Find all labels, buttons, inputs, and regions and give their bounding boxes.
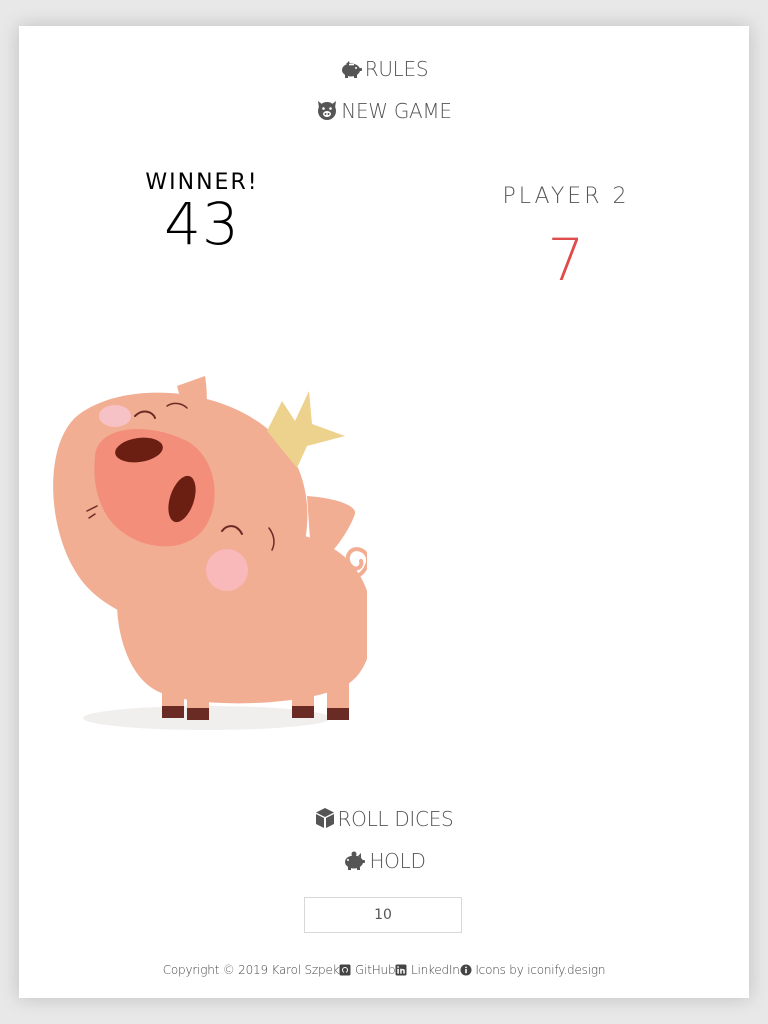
linkedin-icon xyxy=(395,964,407,979)
player2-title: PLAYER 2 xyxy=(502,184,630,209)
roll-dices-label: ROLL DICES xyxy=(337,807,454,831)
new-game-button[interactable]: NEW GAME xyxy=(19,99,749,123)
rules-button[interactable]: RULES xyxy=(19,57,749,81)
rules-label: RULES xyxy=(364,57,429,81)
piggy-bank-icon xyxy=(340,59,362,79)
game-card: RULES NEW GAME WINNER! 43 PLAYER 2 7 ROL… xyxy=(19,26,749,998)
winner-pig-illustration xyxy=(37,346,373,740)
footer: Copyright © 2019 Karol Szpek GitHub Link… xyxy=(19,963,749,979)
dice-cube-icon xyxy=(315,807,335,829)
pig-face-icon xyxy=(316,99,338,121)
roll-dices-button[interactable]: ROLL DICES xyxy=(19,807,749,831)
hold-label: HOLD xyxy=(369,849,426,873)
piggy-bank-icon xyxy=(342,851,366,871)
github-link[interactable]: GitHub xyxy=(355,963,396,977)
hold-button[interactable]: HOLD xyxy=(19,849,749,873)
copyright-text: Copyright © 2019 Karol Szpek xyxy=(162,963,340,977)
linkedin-link[interactable]: LinkedIn xyxy=(411,963,460,977)
github-icon xyxy=(339,964,351,979)
info-icon xyxy=(460,964,472,979)
player2-score: 7 xyxy=(547,226,585,294)
icons-credit-link[interactable]: Icons by iconify.design xyxy=(475,963,605,977)
player1-score: 43 xyxy=(164,190,240,258)
new-game-label: NEW GAME xyxy=(341,99,452,123)
winning-score-input[interactable] xyxy=(304,897,462,933)
